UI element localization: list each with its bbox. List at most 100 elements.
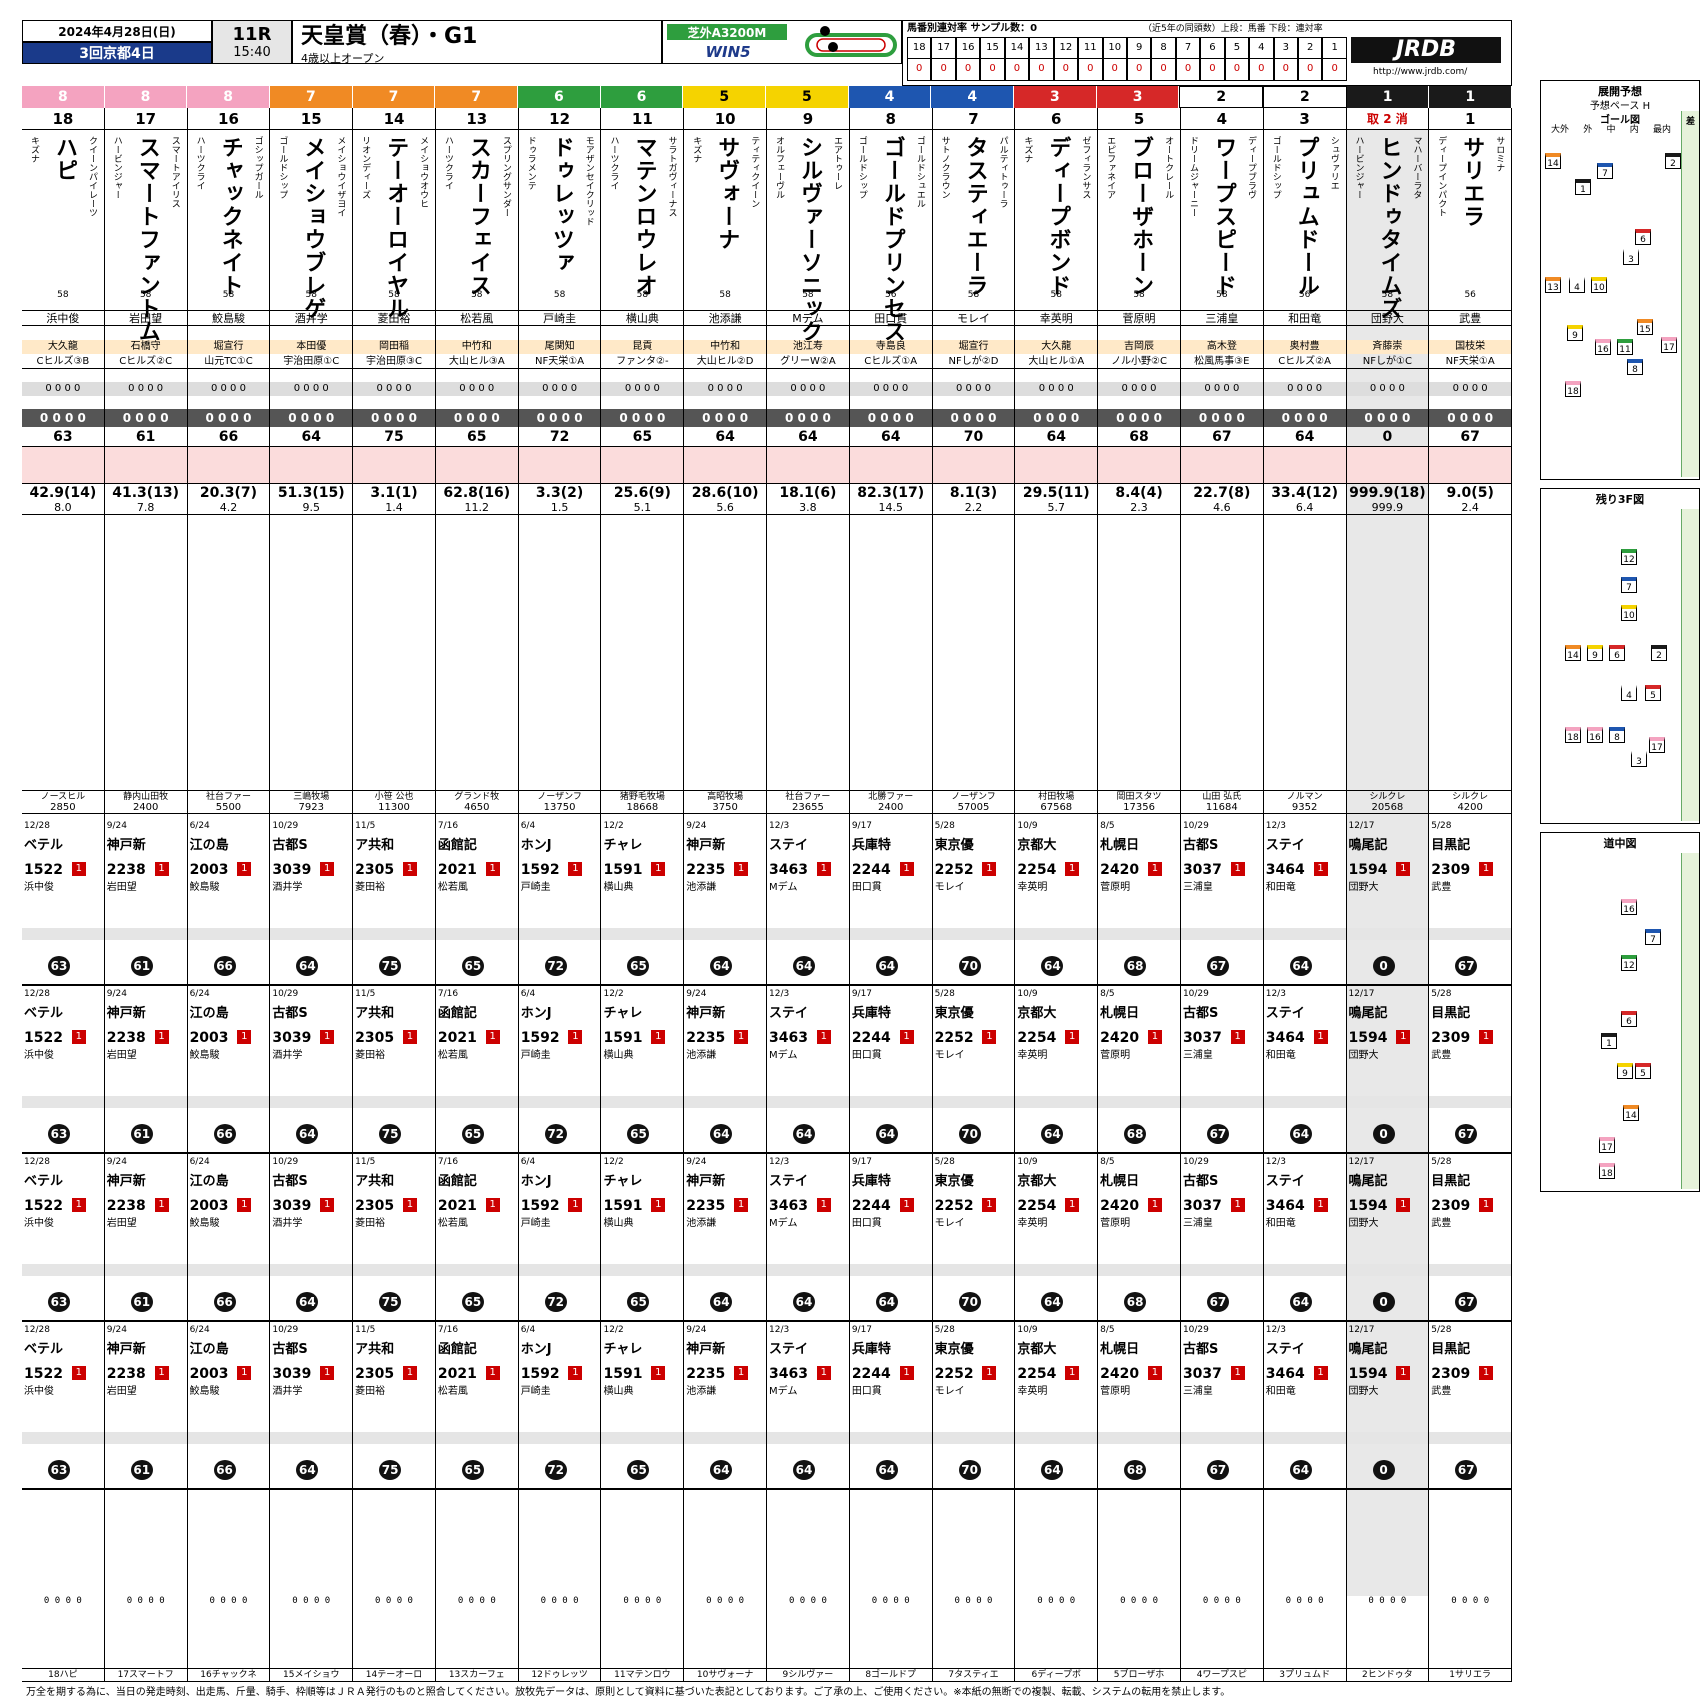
stats-rate: 0 — [1160, 63, 1167, 74]
past-race-jockey: Mデム — [769, 1050, 798, 1061]
past-race-title: 目黒記 — [1431, 1174, 1471, 1189]
stats-cell: 13 0 — [1029, 37, 1054, 81]
past-race-time: 2309 — [1431, 1030, 1471, 1046]
past-race-title: ステイ — [769, 1006, 809, 1021]
diff-scale — [1681, 111, 1699, 477]
past-race: 6/4 ホンJ 1592 1 戸崎圭 72 — [518, 988, 601, 1154]
past-race-time: 2021 — [437, 1030, 477, 1046]
past-race-bar — [849, 1264, 932, 1276]
past-race-bar — [1346, 1264, 1429, 1276]
past-race-index: 70 — [958, 1460, 981, 1480]
past-race-jockey: 酒井学 — [272, 1218, 303, 1229]
past-race-rank: 1 — [237, 862, 252, 876]
horse-number: 14 — [353, 108, 436, 129]
sire-name: ハービンジャー — [111, 136, 122, 199]
past-race-index: 70 — [958, 1124, 981, 1144]
past-race-title: 兵庫特 — [851, 1006, 891, 1021]
past-race-jockey: 田口貫 — [851, 1386, 882, 1397]
post-position-stats: 馬番別連対率 サンプル数：0 （近5年の同頭数）上段：馬番 下段：連対率 18 0… — [902, 20, 1512, 86]
stable-name: 大山ヒル②D — [684, 354, 767, 369]
past-race-time: 2003 — [189, 1366, 229, 1382]
place-odds: 6.4 — [1263, 501, 1346, 515]
horse-number: 4 — [1181, 108, 1264, 129]
horse-column: キズナ ハピ クイーンパイレーツ 58 浜中俊 大久龍 Cヒルズ③B 0 0 0 00 0 0… — [22, 130, 105, 1596]
past-race-date: 5/28 — [1431, 1157, 1452, 1167]
past-race-jockey: Mデム — [769, 1386, 798, 1397]
past-race-title: チャレ — [603, 1174, 643, 1189]
past-race-jockey: 池添謙 — [686, 1218, 717, 1229]
horse-number: 取 2 消 — [1347, 108, 1430, 129]
frame-number: 8 — [104, 86, 188, 108]
horse-name: サリエラ — [1459, 136, 1485, 228]
trainer-name: 国枝栄 — [1429, 340, 1512, 354]
past-race-bar — [1263, 1432, 1346, 1444]
horse-weight: 58 — [471, 290, 483, 300]
past-race-rank: 1 — [485, 1198, 500, 1212]
past-race-jockey: 岩田望 — [106, 1218, 137, 1229]
stats-rate: 0 — [1209, 63, 1216, 74]
goal-title: ゴール図 — [1600, 115, 1640, 126]
past-race-index: 64 — [296, 1292, 319, 1312]
trainer-name: 寺島良 — [849, 340, 932, 354]
course-map-icon — [805, 26, 897, 57]
past-race-date: 12/17 — [1348, 1157, 1375, 1167]
past-race: 8/5 札幌日 2420 1 菅原明 68 — [1098, 988, 1180, 1154]
past-race-bar — [518, 1096, 601, 1108]
past-race-rank: 1 — [1230, 1030, 1245, 1044]
total-index: 65 — [435, 427, 518, 447]
past-race-rank: 1 — [237, 1366, 252, 1380]
jockey-name: 浜中俊 — [22, 310, 104, 326]
frame-number-row: 888777665544332211 — [22, 86, 1513, 108]
past-race-rank: 1 — [651, 862, 666, 876]
horse-chip: 14 — [1545, 153, 1561, 169]
past-race-rank: 1 — [402, 1366, 417, 1380]
past-race-rank: 1 — [71, 1366, 86, 1380]
past-race-date: 9/17 — [851, 989, 873, 999]
frame-number: 7 — [352, 86, 436, 108]
owner-name: 猪野毛牧場 — [601, 790, 684, 802]
stats-number: 14 — [1005, 38, 1029, 59]
place-odds: 5.1 — [601, 501, 684, 515]
past-race-rank: 1 — [1147, 862, 1162, 876]
tally-cell: 0 0 0 0 — [22, 1596, 105, 1668]
past-race-bar — [1180, 1432, 1263, 1444]
past-race-title: ステイ — [1265, 1006, 1305, 1021]
place-odds: 11.2 — [435, 501, 518, 515]
dam-name: シュヴァリエ — [1328, 136, 1339, 190]
tally-cell: 0 0 0 0 — [850, 1596, 933, 1668]
horse-number: 11 — [601, 108, 685, 129]
race-title-box: 天皇賞（春）・G1 4歳以上オープン — [292, 20, 662, 64]
past-race-bar — [518, 928, 601, 940]
stats-cell: 16 0 — [955, 37, 981, 81]
grid-index: 0 0 0 0 — [104, 409, 187, 427]
horse-chip: 1 — [1575, 179, 1591, 195]
short-name: 1サリエラ — [1429, 1669, 1513, 1681]
grid-index: 0 0 0 0 — [22, 409, 104, 427]
place-odds: 2.3 — [1098, 501, 1180, 515]
past-race-bar — [353, 928, 435, 940]
past-race-rank: 1 — [71, 1030, 86, 1044]
index-band: 0 0 0 0 — [1180, 382, 1263, 396]
mark-band — [1098, 447, 1180, 483]
stable-name: Cヒルズ①A — [849, 354, 932, 369]
last3f-title: 残り3F図 — [1595, 493, 1645, 506]
past-race-date: 12/2 — [603, 1157, 624, 1167]
past-race-bar — [104, 1096, 187, 1108]
past-race-rank: 1 — [568, 1366, 583, 1380]
past-race-time: 2252 — [934, 1198, 974, 1214]
past-race-index: 67 — [1455, 956, 1478, 976]
place-odds: 2.2 — [932, 501, 1015, 515]
past-race-date: 11/5 — [355, 1325, 376, 1335]
past-race-index: 67 — [1206, 1292, 1229, 1312]
stats-rate: 0 — [1258, 63, 1265, 74]
past-race-time: 2238 — [106, 862, 146, 878]
past-race-bar — [1429, 1096, 1512, 1108]
past-race: 8/5 札幌日 2420 1 菅原明 68 — [1098, 820, 1180, 986]
past-race-time: 2021 — [437, 1198, 477, 1214]
stats-number: 18 — [908, 38, 931, 59]
horse-number: 17 — [105, 108, 188, 129]
stats-rate: 0 — [1013, 63, 1021, 74]
stable-name: Cヒルズ③B — [22, 354, 104, 369]
past-race-rank: 1 — [816, 1366, 831, 1380]
past-race-bar — [767, 1096, 849, 1108]
